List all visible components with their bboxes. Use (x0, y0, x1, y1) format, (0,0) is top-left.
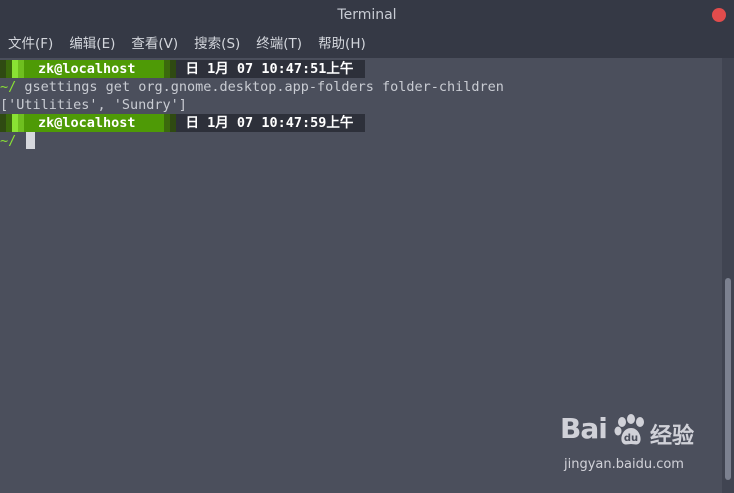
menu-file[interactable]: 文件(F) (0, 30, 61, 58)
menu-help[interactable]: 帮助(H) (310, 30, 374, 58)
watermark-brand: Bai (560, 412, 608, 445)
prompt-bar: zk@localhost 日 1月 07 10:47:59上午 (0, 114, 366, 132)
command-line: ~/ gsettings get org.gnome.desktop.app-f… (0, 78, 504, 96)
prompt-cwd: ~/ (0, 133, 17, 149)
close-button[interactable] (712, 8, 726, 22)
watermark-url: jingyan.baidu.com (564, 457, 684, 472)
window-title: Terminal (337, 7, 397, 23)
prompt-datetime: 日 1月 07 10:47:51上午 (175, 60, 366, 78)
menu-search[interactable]: 搜索(S) (186, 30, 248, 58)
menu-terminal[interactable]: 终端(T) (248, 30, 310, 58)
prompt-host: zk@localhost (24, 114, 164, 132)
menu-edit[interactable]: 编辑(E) (61, 30, 123, 58)
terminal-window: Terminal 文件(F) 编辑(E) 查看(V) 搜索(S) 终端(T) 帮… (0, 0, 734, 493)
prompt-host: zk@localhost (24, 60, 164, 78)
title-bar[interactable]: Terminal (0, 0, 734, 30)
baidu-jingyan-watermark: Bai du 经验 jingyan.baidu.com (560, 412, 710, 482)
text-cursor (26, 132, 36, 149)
svg-text:du: du (624, 433, 638, 444)
menu-view[interactable]: 查看(V) (123, 30, 186, 58)
paw-icon: du (614, 414, 644, 445)
watermark-suffix: 经验 (650, 424, 695, 449)
command-output: ['Utilities', 'Sundry'] (0, 97, 187, 113)
prompt-cwd: ~/ (0, 79, 17, 95)
scrollbar-thumb[interactable] (725, 278, 731, 480)
prompt-datetime: 日 1月 07 10:47:59上午 (175, 114, 366, 132)
command-text: gsettings get org.gnome.desktop.app-fold… (24, 79, 504, 95)
menu-bar: 文件(F) 编辑(E) 查看(V) 搜索(S) 终端(T) 帮助(H) (0, 30, 734, 58)
current-input-line[interactable]: ~/ (0, 132, 36, 150)
prompt-bar: zk@localhost 日 1月 07 10:47:51上午 (0, 60, 366, 78)
